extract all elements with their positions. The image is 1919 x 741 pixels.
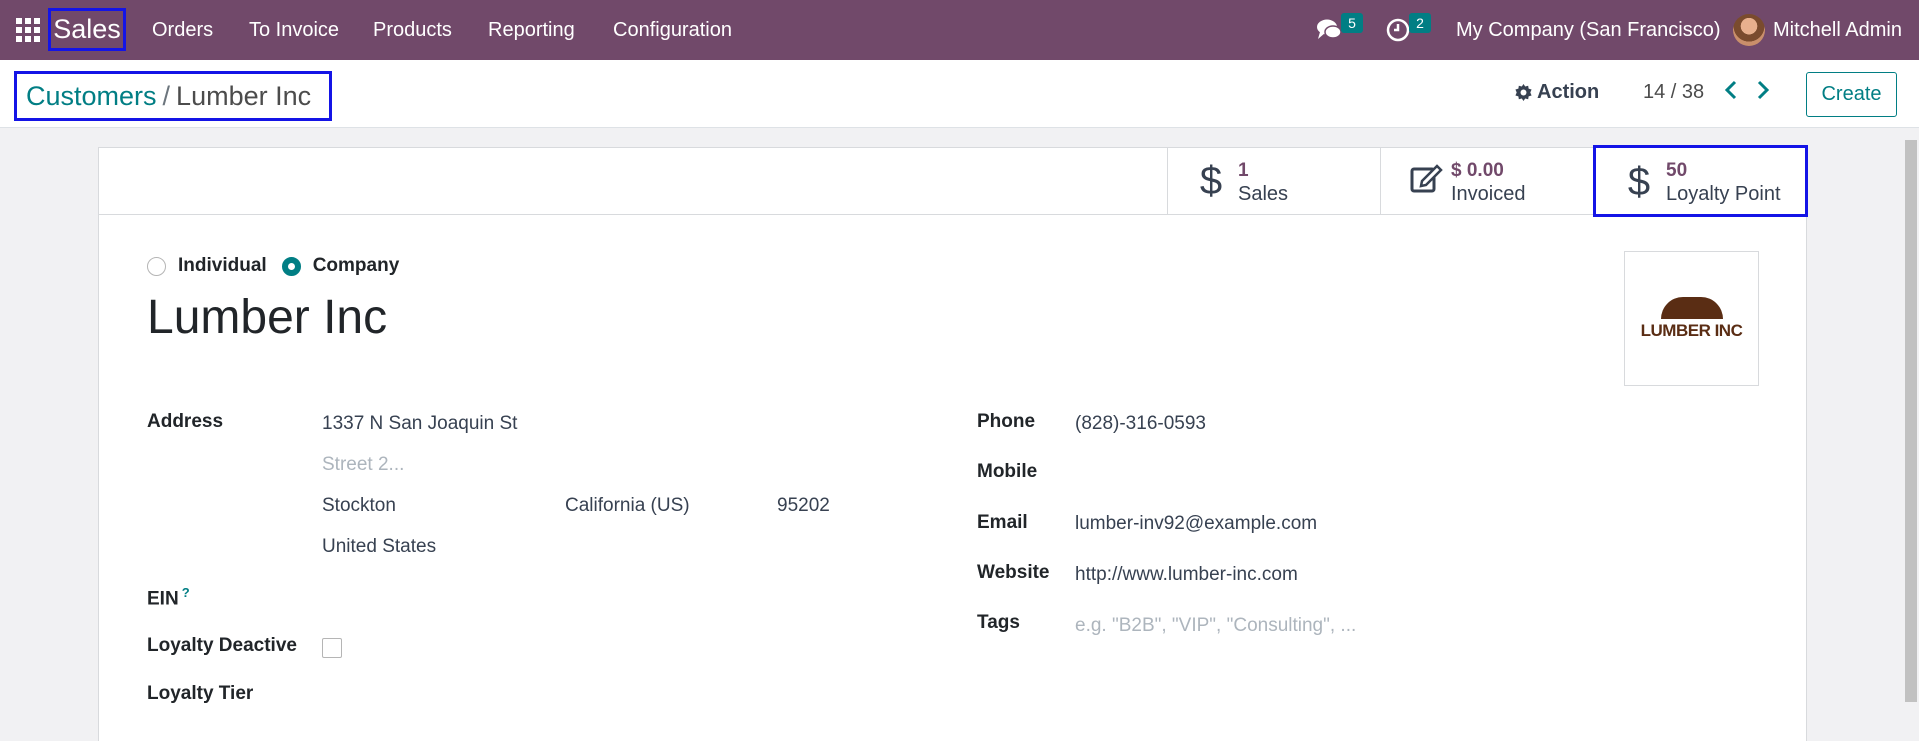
radio-individual[interactable] [147, 256, 166, 276]
loyalty-deactive-label: Loyalty Deactive [147, 635, 297, 656]
menu-configuration[interactable]: Configuration [613, 0, 732, 60]
radio-company[interactable] [281, 256, 301, 276]
action-menu-label: Action [1537, 81, 1600, 103]
breadcrumb-current: Lumber Inc [176, 81, 312, 111]
breadcrumb: Customers / Lumber Inc [14, 71, 332, 121]
breadcrumb-separator: / [162, 81, 171, 111]
partner-name-field[interactable]: Lumber Inc [147, 290, 387, 345]
tags-label: Tags [977, 612, 1020, 633]
zip-field[interactable]: 95202 [777, 495, 830, 517]
invoiced-label: Invoiced [1451, 183, 1526, 205]
company-type-radio-group: Individual Company [147, 255, 414, 277]
help-tooltip-icon[interactable]: ? [182, 585, 190, 600]
pager-value[interactable]: 14 / 38 [1643, 81, 1704, 104]
menu-reporting[interactable]: Reporting [488, 0, 575, 60]
chat-icon [1317, 19, 1342, 39]
create-button[interactable]: Create [1806, 72, 1897, 117]
gear-icon [1515, 84, 1532, 101]
logo-text: LUMBER INC [1640, 320, 1743, 340]
radio-company-label[interactable]: Company [313, 255, 400, 277]
stat-button-box: $ 1 Sales $ 0.00 Invoiced $ 50 Loyalty P… [99, 145, 1808, 217]
activities-count-badge: 2 [1409, 13, 1431, 33]
loyalty-tier-label: Loyalty Tier [147, 683, 254, 704]
phone-field[interactable]: (828)-316-0593 [1075, 413, 1206, 435]
tags-field[interactable]: e.g. "B2B", "VIP", "Consulting", ... [1075, 615, 1356, 637]
street-field[interactable]: 1337 N San Joaquin St [322, 413, 517, 435]
edit-icon [1409, 161, 1443, 201]
menu-orders[interactable]: Orders [152, 0, 213, 60]
menu-products[interactable]: Products [373, 0, 452, 60]
dollar-icon: $ [1627, 160, 1651, 204]
chevron-right-icon [1757, 80, 1770, 100]
messages-count-badge: 5 [1341, 13, 1363, 33]
user-avatar[interactable] [1733, 14, 1765, 46]
website-label: Website [977, 562, 1050, 583]
street2-field[interactable]: Street 2... [322, 454, 404, 476]
action-menu-button[interactable]: Action [1515, 81, 1599, 104]
phone-label: Phone [977, 411, 1036, 432]
sales-stat-button[interactable]: $ 1 Sales [1167, 148, 1380, 214]
chevron-left-icon [1724, 80, 1737, 100]
user-menu[interactable]: Mitchell Admin [1773, 0, 1902, 60]
website-field[interactable]: http://www.lumber-inc.com [1075, 564, 1298, 586]
invoiced-stat-button[interactable]: $ 0.00 Invoiced [1380, 148, 1593, 214]
loyalty-point-label: Loyalty Point [1666, 183, 1781, 205]
control-panel: Customers / Lumber Inc [0, 60, 1919, 128]
address-label: Address [147, 411, 224, 432]
company-switcher[interactable]: My Company (San Francisco) [1456, 0, 1721, 60]
sales-label: Sales [1238, 183, 1289, 205]
form-sheet: $ 1 Sales $ 0.00 Invoiced $ 50 Loyalty P… [98, 145, 1808, 741]
loyalty-point-stat-button[interactable]: $ 50 Loyalty Point [1593, 145, 1808, 217]
sales-count: 1 [1238, 160, 1249, 181]
activities-button[interactable] [1386, 18, 1410, 42]
top-navbar: Sales Orders To Invoice Products Reporti… [0, 0, 1919, 60]
pager-next-button[interactable] [1752, 80, 1774, 106]
email-label: Email [977, 512, 1028, 533]
clock-icon [1386, 18, 1410, 42]
saw-blade-icon [1660, 296, 1723, 319]
state-field[interactable]: California (US) [565, 495, 690, 517]
invoiced-amount: $ 0.00 [1451, 160, 1504, 181]
dollar-icon: $ [1199, 159, 1223, 203]
messages-button[interactable] [1316, 18, 1342, 42]
email-field[interactable]: lumber-inv92@example.com [1075, 513, 1317, 535]
ein-label: EIN? [147, 585, 190, 610]
country-field[interactable]: United States [322, 536, 436, 558]
menu-to-invoice[interactable]: To Invoice [249, 0, 339, 60]
partner-logo-image[interactable]: LUMBER INC [1624, 251, 1759, 386]
mobile-label: Mobile [977, 461, 1038, 482]
loyalty-point-value: 50 [1666, 160, 1688, 181]
vertical-scrollbar[interactable] [1905, 140, 1917, 702]
loyalty-deactive-checkbox[interactable] [322, 638, 342, 658]
radio-individual-label[interactable]: Individual [178, 255, 267, 277]
apps-menu-icon[interactable] [16, 18, 40, 42]
mobile-field[interactable] [1075, 461, 1375, 483]
ein-label-text: EIN [147, 588, 179, 610]
pager-previous-button[interactable] [1720, 80, 1742, 106]
app-brand[interactable]: Sales [48, 8, 126, 51]
breadcrumb-customers-link[interactable]: Customers [26, 81, 157, 111]
city-field[interactable]: Stockton [322, 495, 396, 517]
